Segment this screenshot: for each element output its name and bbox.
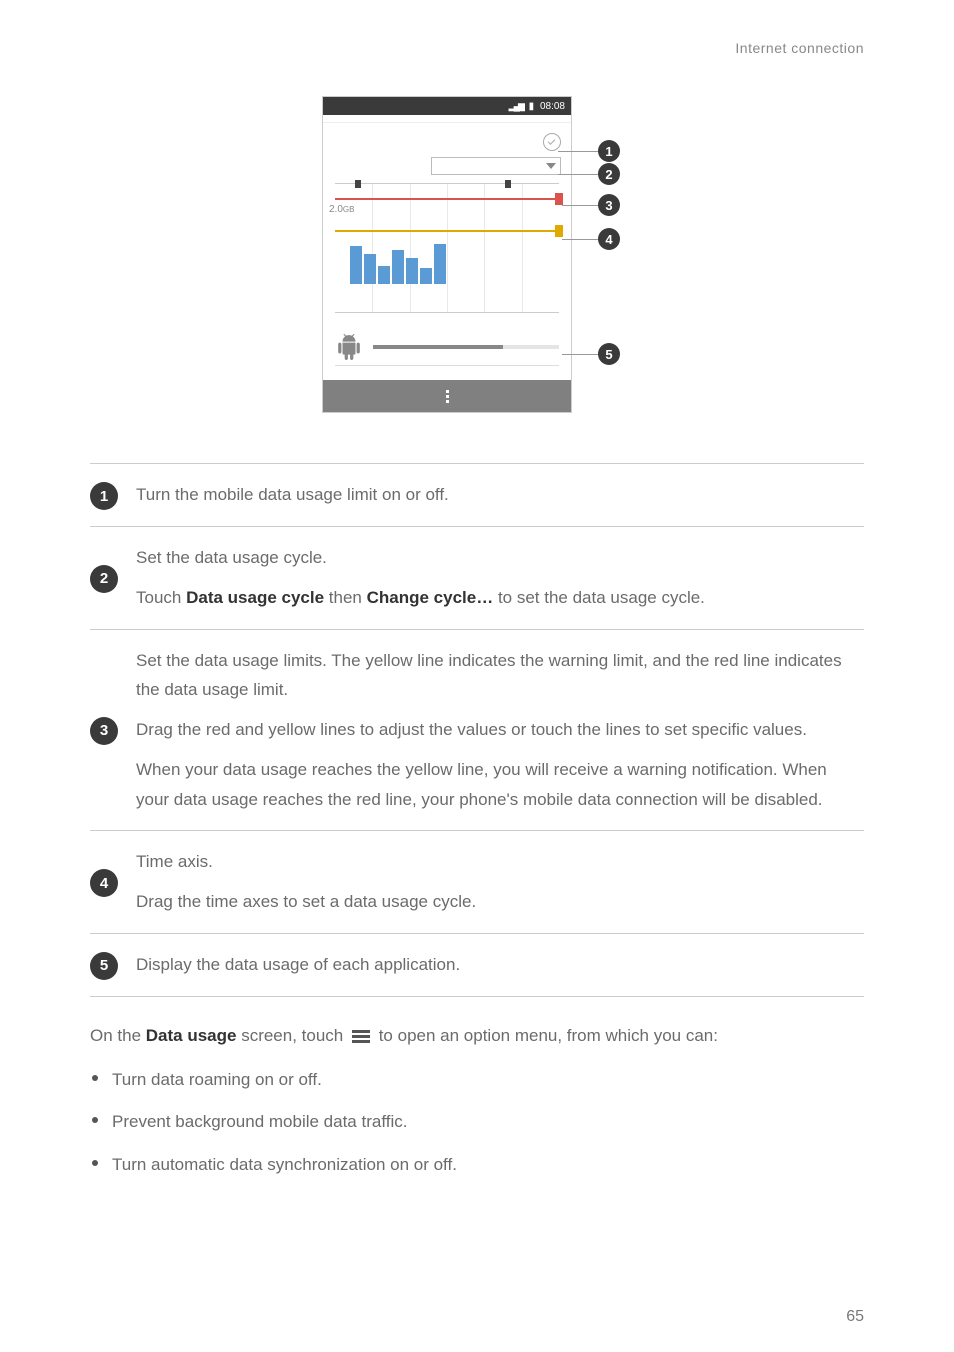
page-number: 65 [846,1308,864,1326]
warning-line-yellow[interactable] [335,230,559,232]
legend-row-1: 1 Turn the mobile data usage limit on or… [90,463,864,526]
legend-text: Drag the red and yellow lines to adjust … [136,715,864,745]
android-icon [335,333,363,361]
legend-text: When your data usage reaches the yellow … [136,755,864,815]
callout-badge-2: 2 [598,163,620,185]
legend-text: Time axis. [136,847,864,877]
legend-row-4: 4 Time axis. Drag the time axes to set a… [90,830,864,933]
bullet-item: Turn data roaming on or off. [90,1065,864,1096]
battery-icon [529,101,538,112]
legend-text: Touch Data usage cycle then Change cycle… [136,583,864,613]
warning-handle-yellow[interactable] [555,225,563,237]
legend-text: Display the data usage of each applicati… [136,950,864,980]
limit-handle-red[interactable] [555,193,563,205]
callout-legend: 1 Turn the mobile data usage limit on or… [90,463,864,997]
limit-toggle-icon[interactable] [543,133,561,151]
legend-text: Drag the time axes to set a data usage c… [136,887,864,917]
legend-row-2: 2 Set the data usage cycle. Touch Data u… [90,526,864,629]
app-usage-row[interactable] [323,325,571,365]
overflow-menu-icon[interactable] [446,388,449,405]
callout-badge-5: 5 [598,343,620,365]
signal-icon [509,101,526,112]
callout-badge-3: 3 [598,194,620,216]
legend-row-3: 3 Set the data usage limits. The yellow … [90,629,864,831]
legend-text: Set the data usage limits. The yellow li… [136,646,864,706]
legend-text: Turn the mobile data usage limit on or o… [136,480,864,510]
legend-text: Set the data usage cycle. [136,543,864,573]
legend-row-5: 5 Display the data usage of each applica… [90,933,864,997]
legend-badge-5: 5 [90,952,118,980]
callout-badge-1: 1 [598,140,620,162]
usage-bars [350,244,448,312]
y-axis-label: 2.0GB [329,204,354,215]
bottom-menu-bar[interactable] [323,380,571,412]
callout-badge-4: 4 [598,228,620,250]
phone-status-bar: 08:08 [323,97,571,115]
page-section-header: Internet connection [90,40,864,56]
legend-badge-4: 4 [90,869,118,897]
time-axis-handle-left[interactable] [355,180,361,188]
bullet-item: Turn automatic data synchronization on o… [90,1150,864,1181]
hamburger-menu-icon [352,1028,370,1045]
legend-badge-2: 2 [90,565,118,593]
phone-mockup: 08:08 2.0GB [322,96,632,413]
app-usage-bar [373,345,559,349]
status-time: 08:08 [540,101,565,112]
option-menu-bullets: Turn data roaming on or off. Prevent bac… [90,1065,864,1181]
chevron-down-icon [546,163,556,169]
data-usage-chart[interactable]: 2.0GB [335,183,559,313]
instruction-paragraph: On the Data usage screen, touch to open … [90,1021,864,1051]
bullet-item: Prevent background mobile data traffic. [90,1107,864,1138]
cycle-dropdown[interactable] [431,157,561,175]
limit-line-red[interactable] [335,198,559,200]
legend-badge-1: 1 [90,482,118,510]
time-axis-handle-right[interactable] [505,180,511,188]
legend-badge-3: 3 [90,717,118,745]
